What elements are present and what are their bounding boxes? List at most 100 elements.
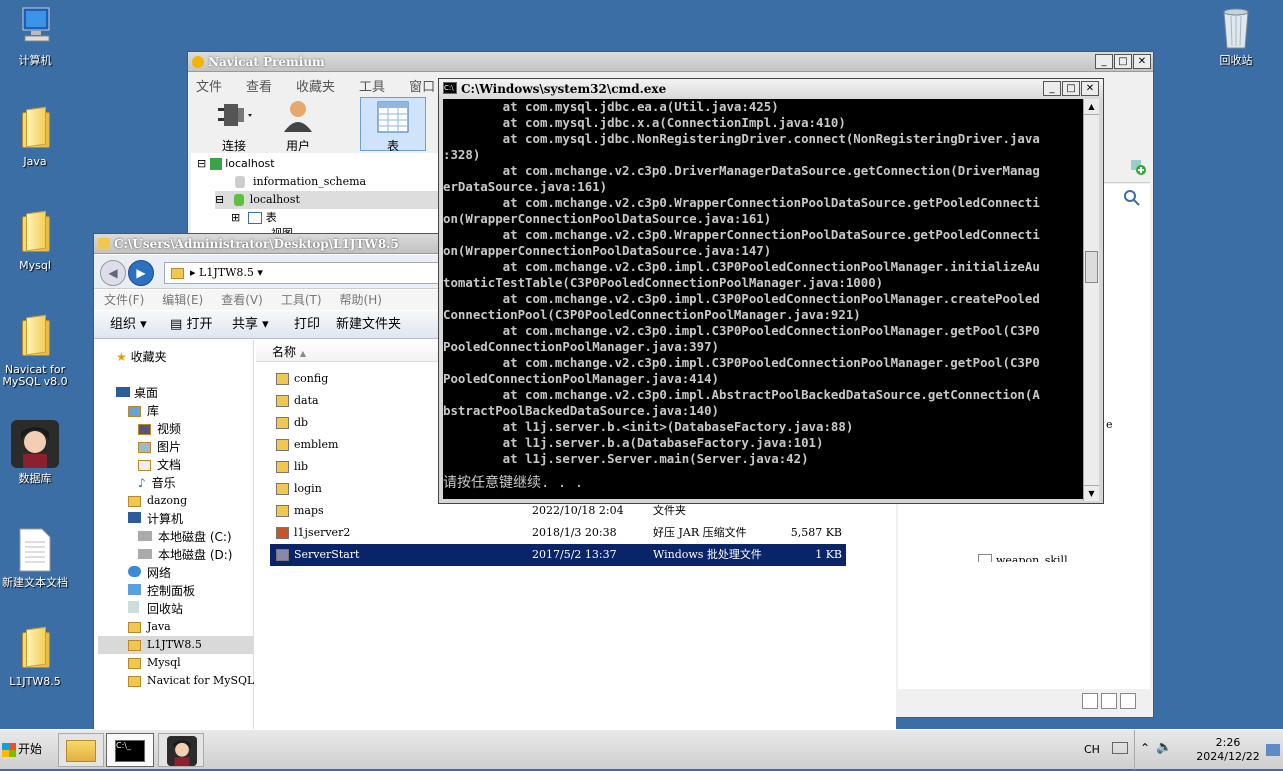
- language-indicator[interactable]: CH: [1084, 743, 1100, 756]
- console-line: bstractPoolBackedDataSource.java:140): [443, 403, 720, 418]
- tree-node-tables[interactable]: ⊞ 表: [231, 209, 277, 227]
- file-date: 2018/1/3 20:38: [532, 526, 617, 539]
- nav-desktop[interactable]: 桌面: [116, 384, 158, 402]
- desktop-icon-navicat[interactable]: Navicat for MySQL v8.0: [0, 316, 70, 388]
- tray-expand-icon[interactable]: ⌃: [1140, 741, 1150, 755]
- database-icon: [235, 176, 245, 188]
- list-view-icon[interactable]: [1082, 693, 1098, 709]
- add-icon[interactable]: [1130, 159, 1146, 175]
- file-row-serverstart[interactable]: ServerStart 2017/5/2 13:37 Windows 批处理文件 1 …: [270, 544, 846, 566]
- menu-view[interactable]: 查看(V): [221, 290, 263, 310]
- close-button[interactable]: ✕: [1081, 81, 1099, 96]
- batch-file-icon: [276, 549, 289, 561]
- taskbar-cmd[interactable]: C:\_: [106, 733, 154, 767]
- detail-view-icon[interactable]: [1101, 693, 1117, 709]
- nav-java[interactable]: Java: [128, 618, 171, 636]
- desktop-icon-database[interactable]: 数据库: [0, 420, 70, 485]
- menu-view[interactable]: 查看: [246, 76, 272, 95]
- clock-time: 2:26: [1215, 736, 1241, 749]
- menu-file[interactable]: 文件: [196, 76, 222, 95]
- table-button[interactable]: 表: [360, 97, 426, 153]
- share-button[interactable]: 共享 ▾: [232, 311, 269, 339]
- desktop-icon-l1jtw[interactable]: L1JTW8.5: [0, 628, 70, 688]
- nav-navicat[interactable]: Navicat for MySQL: [128, 672, 254, 690]
- desktop-icon-recycle-bin[interactable]: 回收站: [1201, 6, 1271, 67]
- minimize-button[interactable]: _: [1043, 81, 1061, 96]
- console-line: at com.mysql.jdbc.NonRegisteringDriver.c…: [443, 131, 1040, 146]
- navicat-titlebar[interactable]: Navicat Premium: [188, 52, 1153, 72]
- nav-recycle-bin[interactable]: 回收站: [128, 600, 183, 618]
- minimize-button[interactable]: _: [1095, 54, 1113, 69]
- menu-favorites[interactable]: 收藏夹: [296, 76, 335, 95]
- user-button[interactable]: 用户: [272, 98, 324, 154]
- folder-small-icon: [98, 237, 110, 250]
- desktop-icon-label: 数据库: [18, 472, 52, 485]
- maximize-button[interactable]: □: [1062, 81, 1080, 96]
- console-line: tomaticTestTable(C3P0PooledConnectionPoo…: [443, 275, 884, 290]
- tree-node-localhost-db[interactable]: ⊟ localhost: [215, 191, 439, 209]
- clock[interactable]: 2:26 2024/12/22: [1196, 736, 1260, 764]
- organize-button[interactable]: 组织 ▾: [110, 311, 147, 339]
- nav-documents[interactable]: 文档: [138, 456, 181, 474]
- menu-help[interactable]: 帮助(H): [340, 290, 382, 310]
- maximize-button[interactable]: □: [1114, 54, 1132, 69]
- print-button[interactable]: 打印: [294, 311, 320, 339]
- nav-dazong[interactable]: dazong: [128, 492, 187, 510]
- desktop-icon-java[interactable]: Java: [0, 108, 70, 168]
- menu-tools[interactable]: 工具(T): [281, 290, 322, 310]
- forward-button[interactable]: ▶: [128, 260, 154, 286]
- volume-icon[interactable]: 🔈: [1156, 740, 1172, 755]
- desktop-icon-mysql[interactable]: Mysql: [0, 212, 70, 272]
- desktop-icon-textdoc[interactable]: 新建文本文档: [0, 528, 70, 589]
- menu-edit[interactable]: 编辑(E): [162, 290, 203, 310]
- show-desktop-button[interactable]: [1266, 744, 1280, 756]
- nav-music[interactable]: ♪ 音乐: [138, 474, 176, 492]
- folder-small-icon: [128, 621, 141, 633]
- scroll-thumb[interactable]: [1085, 251, 1098, 283]
- search-icon[interactable]: [1124, 190, 1140, 209]
- database-icon: [233, 194, 244, 206]
- tree-node-root[interactable]: ⊟ localhost: [197, 155, 275, 173]
- nav-pictures[interactable]: 图片: [138, 438, 181, 456]
- nav-disk-d[interactable]: 本地磁盘 (D:): [138, 546, 232, 564]
- address-bar[interactable]: ▸ L1JTW8.5 ▾: [164, 262, 444, 284]
- cmd-titlebar[interactable]: C:\Windows\system32\cmd.exe: [439, 79, 1103, 99]
- nav-mysql[interactable]: Mysql: [128, 654, 181, 672]
- column-name[interactable]: 名称 ▲: [272, 343, 306, 360]
- nav-computer[interactable]: 计算机: [128, 510, 183, 528]
- open-button[interactable]: ▤ 打开: [170, 311, 212, 339]
- nav-favorites[interactable]: ★ 收藏夹: [116, 348, 167, 366]
- clipped-item-text: e: [1106, 418, 1113, 431]
- menu-tools[interactable]: 工具: [359, 76, 385, 95]
- open-icon: ▤: [170, 317, 183, 332]
- tree-node-information-schema[interactable]: information_schema: [235, 173, 366, 191]
- scroll-down-icon[interactable]: ▼: [1084, 485, 1099, 501]
- back-button[interactable]: ◀: [100, 260, 126, 286]
- nav-l1jtw[interactable]: L1JTW8.5: [98, 636, 253, 654]
- menu-window[interactable]: 窗口: [409, 76, 435, 95]
- vertical-scrollbar[interactable]: ▲ ▼: [1083, 99, 1099, 501]
- start-button[interactable]: 开始: [2, 736, 42, 762]
- network-icon: [128, 566, 141, 577]
- explorer-title: C:\Users\Administrator\Desktop\L1JTW8.5: [114, 236, 399, 251]
- desktop-icon-computer[interactable]: 计算机: [0, 6, 70, 67]
- documents-icon: [138, 460, 151, 471]
- file-row-l1jserver2[interactable]: l1jserver2 2018/1/3 20:38 好压 JAR 压缩文件 5,587…: [270, 522, 846, 544]
- user-icon: [284, 101, 312, 132]
- table-item-weapon-skill[interactable]: weapon_skill: [978, 554, 1068, 562]
- keyboard-icon[interactable]: [1112, 742, 1128, 754]
- nav-video[interactable]: 视频: [138, 420, 181, 438]
- nav-network[interactable]: 网络: [128, 564, 171, 582]
- grid-view-icon[interactable]: [1120, 693, 1136, 709]
- scroll-up-icon[interactable]: ▲: [1084, 99, 1099, 115]
- nav-disk-c[interactable]: 本地磁盘 (C:): [138, 528, 232, 546]
- new-folder-button[interactable]: 新建文件夹: [336, 311, 401, 339]
- console-line: at com.mchange.v2.c3p0.WrapperConnection…: [443, 195, 1040, 210]
- nav-library[interactable]: 库: [128, 402, 159, 420]
- nav-control-panel[interactable]: 控制面板: [128, 582, 195, 600]
- taskbar-database[interactable]: [158, 733, 204, 767]
- connect-button[interactable]: 连接: [204, 98, 264, 154]
- menu-file[interactable]: 文件(F): [104, 290, 144, 310]
- close-button[interactable]: ✕: [1133, 54, 1151, 69]
- taskbar-explorer[interactable]: [58, 733, 104, 767]
